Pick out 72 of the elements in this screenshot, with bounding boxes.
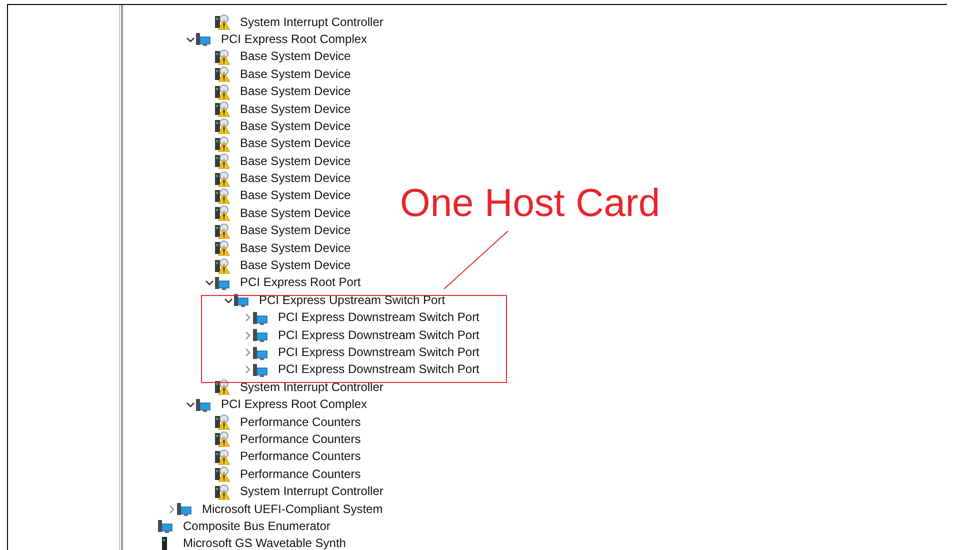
chevron-right-icon[interactable]: [242, 313, 252, 322]
tree-item[interactable]: Performance Counters: [240, 414, 361, 431]
tree-item[interactable]: PCI Express Root Port: [240, 274, 361, 292]
device-warning-icon: [214, 170, 230, 187]
chevron-right-icon[interactable]: [242, 348, 252, 357]
device-monitor-icon: [252, 327, 268, 344]
chevron-right-icon[interactable]: [242, 330, 252, 340]
device-warning-icon: [214, 466, 230, 482]
tree-item[interactable]: Base System Device: [240, 187, 351, 204]
tree-item[interactable]: PCI Express Upstream Switch Port: [259, 292, 446, 309]
tree-item[interactable]: PCI Express Downstream Switch Port: [278, 309, 480, 326]
device-warning-icon: [214, 188, 230, 204]
device-warning-icon: [214, 14, 230, 30]
tree-item[interactable]: Base System Device: [240, 222, 351, 240]
tree-item[interactable]: System Interrupt Controller: [240, 378, 384, 396]
device-warning-icon: [214, 48, 230, 65]
tree-item[interactable]: Base System Device: [240, 170, 351, 188]
device-warning-icon: [214, 431, 230, 448]
device-monitor-icon: [214, 274, 230, 291]
tree-item[interactable]: Base System Device: [240, 257, 351, 274]
device-warning-icon: [214, 222, 230, 239]
annotation-label: One Host Card: [400, 181, 660, 227]
tree-item[interactable]: Base System Device: [240, 204, 351, 222]
tree-item[interactable]: PCI Express Downstream Switch Port: [278, 326, 480, 344]
tree-item[interactable]: Base System Device: [240, 240, 351, 257]
tree-item[interactable]: System Interrupt Controller: [240, 483, 384, 500]
device-warning-icon: [214, 240, 230, 256]
device-warning-icon: [214, 258, 230, 274]
device-warning-icon: [214, 414, 230, 430]
device-warning-icon: [214, 66, 230, 82]
tree-item[interactable]: Microsoft UEFI-Compliant System: [202, 500, 383, 518]
device-warning-icon: [214, 379, 230, 396]
tree-item[interactable]: Performance Counters: [240, 448, 361, 466]
device-monitor-icon: [252, 362, 268, 378]
tree-item[interactable]: Base System Device: [240, 48, 351, 66]
device-warning-icon: [214, 153, 230, 170]
device-warning-icon: [214, 84, 230, 100]
tree-item[interactable]: PCI Express Downstream Switch Port: [278, 344, 480, 361]
tree-item[interactable]: PCI Express Downstream Switch Port: [278, 361, 480, 378]
device-monitor-icon: [195, 396, 211, 413]
device-monitor-icon: [195, 31, 211, 48]
tree-item[interactable]: Base System Device: [240, 66, 351, 83]
tree-item[interactable]: PCI Express Root Complex: [221, 30, 368, 48]
device-monitor-icon: [233, 292, 249, 308]
leader-line: [442, 229, 510, 291]
device-monitor-icon: [252, 344, 268, 360]
chevron-down-icon[interactable]: [224, 296, 232, 305]
device-warning-icon: [214, 484, 230, 500]
tree-item[interactable]: Microsoft GS Wavetable Synth: [183, 535, 346, 550]
device-warning-icon: [214, 136, 230, 152]
tree-item[interactable]: PCI Express Root Complex: [221, 396, 368, 414]
device-monitor-icon: [157, 518, 173, 534]
tree-item[interactable]: Base System Device: [240, 135, 351, 152]
device-monitor-icon: [176, 501, 192, 518]
tree-item[interactable]: Performance Counters: [240, 430, 361, 448]
chevron-down-icon[interactable]: [186, 400, 194, 410]
tree-item[interactable]: Performance Counters: [240, 466, 361, 483]
tree-item[interactable]: Base System Device: [240, 100, 351, 118]
device-warning-icon: [214, 205, 230, 222]
chevron-down-icon[interactable]: [204, 278, 214, 288]
tree-item[interactable]: Base System Device: [240, 152, 351, 170]
tree-item[interactable]: System Interrupt Controller: [240, 14, 384, 31]
tree-item[interactable]: Base System Device: [240, 118, 351, 135]
device-warning-icon: [214, 448, 230, 465]
chevron-right-icon[interactable]: [166, 504, 176, 514]
tree-item[interactable]: Composite Bus Enumerator: [183, 518, 330, 535]
chevron-right-icon[interactable]: [242, 365, 252, 374]
device-monitor-icon: [252, 310, 268, 326]
device-warning-icon: [214, 118, 230, 134]
chevron-down-icon[interactable]: [186, 34, 194, 44]
tree-item[interactable]: Base System Device: [240, 83, 351, 100]
device-warning-icon: [214, 101, 230, 118]
